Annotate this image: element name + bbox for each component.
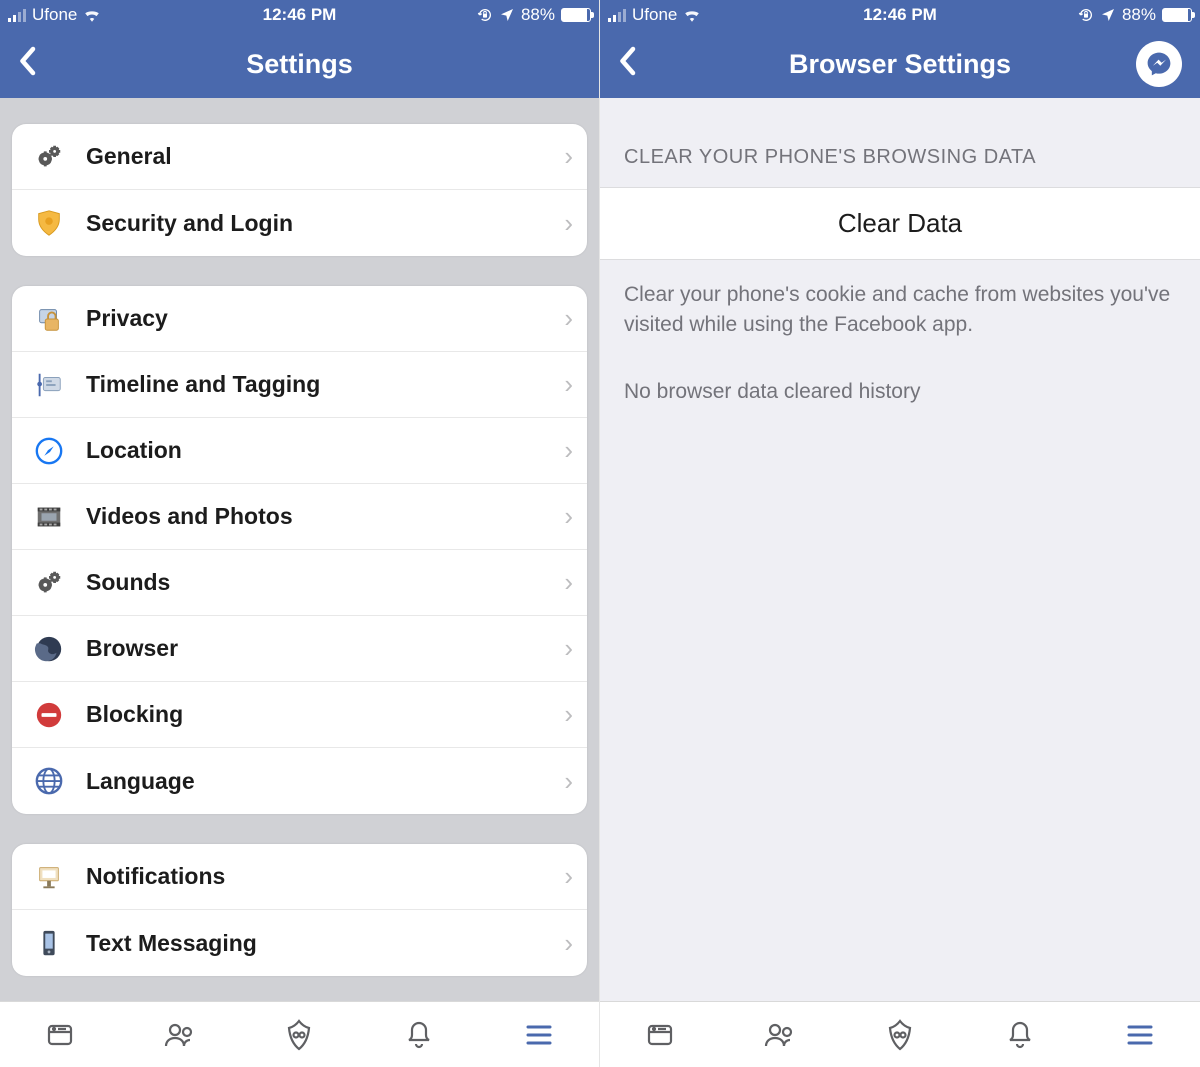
carrier-label: Ufone	[632, 5, 677, 25]
page-title: Settings	[246, 49, 353, 80]
tab-friends[interactable]	[758, 1013, 802, 1057]
settings-screen: Ufone 12:46 PM 88% Settings	[0, 0, 600, 1067]
status-bar: Ufone 12:46 PM 88%	[600, 0, 1200, 30]
settings-row-language[interactable]: Language ›	[12, 748, 587, 814]
signal-icon	[8, 8, 26, 22]
row-label: Browser	[86, 635, 564, 662]
settings-row-sounds[interactable]: Sounds ›	[12, 550, 587, 616]
film-icon	[32, 500, 66, 534]
chevron-right-icon: ›	[564, 567, 573, 598]
chevron-right-icon: ›	[564, 501, 573, 532]
battery-pct: 88%	[521, 5, 555, 25]
chevron-right-icon: ›	[564, 369, 573, 400]
messenger-button[interactable]	[1136, 41, 1182, 87]
chevron-right-icon: ›	[564, 766, 573, 797]
location-icon	[499, 7, 515, 23]
clear-data-button[interactable]: Clear Data	[600, 188, 1200, 259]
section-description: Clear your phone's cookie and cache from…	[600, 260, 1200, 349]
settings-row-general[interactable]: General ›	[12, 124, 587, 190]
chevron-right-icon: ›	[564, 633, 573, 664]
battery-icon	[1162, 8, 1192, 22]
settings-row-browser[interactable]: Browser ›	[12, 616, 587, 682]
board-icon	[32, 860, 66, 894]
chevron-right-icon: ›	[564, 928, 573, 959]
row-label: Language	[86, 768, 564, 795]
settings-row-timeline[interactable]: Timeline and Tagging ›	[12, 352, 587, 418]
row-label: Notifications	[86, 863, 564, 890]
tab-notifications[interactable]	[998, 1013, 1042, 1057]
shield-badge-icon	[32, 206, 66, 240]
row-label: Privacy	[86, 305, 564, 332]
status-bar: Ufone 12:46 PM 88%	[0, 0, 599, 30]
section-status: No browser data cleared history	[600, 349, 1200, 415]
sms-phone-icon	[32, 926, 66, 960]
gears-icon	[32, 140, 66, 174]
settings-row-privacy[interactable]: Privacy ›	[12, 286, 587, 352]
messenger-icon	[1145, 50, 1173, 78]
row-label: Location	[86, 437, 564, 464]
chevron-right-icon: ›	[564, 861, 573, 892]
settings-row-text-messaging[interactable]: Text Messaging ›	[12, 910, 587, 976]
carrier-label: Ufone	[32, 5, 77, 25]
battery-icon	[561, 8, 591, 22]
settings-row-blocking[interactable]: Blocking ›	[12, 682, 587, 748]
settings-group: Notifications › Text Messaging ›	[12, 844, 587, 976]
browser-settings-screen: Ufone 12:46 PM 88% Browser Se	[600, 0, 1200, 1067]
settings-group: Privacy › Timeline and Tagging › Locatio…	[12, 286, 587, 814]
row-label: General	[86, 143, 564, 170]
section-header: CLEAR YOUR PHONE'S BROWSING DATA	[600, 98, 1200, 187]
tab-notifications[interactable]	[397, 1013, 441, 1057]
globe-dark-icon	[32, 632, 66, 666]
page-title: Browser Settings	[789, 49, 1011, 80]
signal-icon	[608, 8, 626, 22]
timeline-icon	[32, 368, 66, 402]
orientation-lock-icon	[1078, 7, 1094, 23]
back-button[interactable]	[618, 46, 636, 82]
chevron-right-icon: ›	[564, 303, 573, 334]
globe-grid-icon	[32, 764, 66, 798]
browser-settings-content: CLEAR YOUR PHONE'S BROWSING DATA Clear D…	[600, 98, 1200, 1067]
nav-header: Settings	[0, 30, 599, 98]
chevron-right-icon: ›	[564, 141, 573, 172]
tab-feed[interactable]	[38, 1013, 82, 1057]
settings-row-videos[interactable]: Videos and Photos ›	[12, 484, 587, 550]
row-label: Timeline and Tagging	[86, 371, 564, 398]
tab-explore[interactable]	[878, 1013, 922, 1057]
tab-bar	[0, 1001, 599, 1067]
tab-friends[interactable]	[158, 1013, 202, 1057]
settings-group: General › Security and Login ›	[12, 124, 587, 256]
settings-row-notifications[interactable]: Notifications ›	[12, 844, 587, 910]
chevron-right-icon: ›	[564, 435, 573, 466]
row-label: Text Messaging	[86, 930, 564, 957]
back-button[interactable]	[18, 46, 36, 82]
battery-pct: 88%	[1122, 5, 1156, 25]
settings-row-security[interactable]: Security and Login ›	[12, 190, 587, 256]
wifi-icon	[83, 8, 101, 22]
privacy-lock-icon	[32, 302, 66, 336]
nav-header: Browser Settings	[600, 30, 1200, 98]
tab-explore[interactable]	[277, 1013, 321, 1057]
chevron-right-icon: ›	[564, 208, 573, 239]
tab-menu[interactable]	[1118, 1013, 1162, 1057]
orientation-lock-icon	[477, 7, 493, 23]
block-icon	[32, 698, 66, 732]
location-icon	[1100, 7, 1116, 23]
row-label: Security and Login	[86, 210, 564, 237]
gears-icon	[32, 566, 66, 600]
tab-feed[interactable]	[638, 1013, 682, 1057]
row-label: Videos and Photos	[86, 503, 564, 530]
wifi-icon	[683, 8, 701, 22]
tab-bar	[600, 1001, 1200, 1067]
tab-menu[interactable]	[517, 1013, 561, 1057]
row-label: Sounds	[86, 569, 564, 596]
compass-icon	[32, 434, 66, 468]
settings-row-location[interactable]: Location ›	[12, 418, 587, 484]
chevron-right-icon: ›	[564, 699, 573, 730]
settings-list[interactable]: General › Security and Login › P	[0, 98, 599, 1067]
row-label: Blocking	[86, 701, 564, 728]
